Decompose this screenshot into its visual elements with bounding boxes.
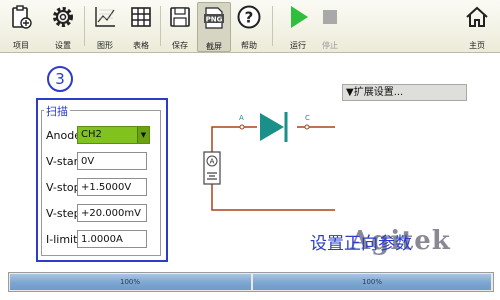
help-label: 帮助	[241, 41, 257, 50]
gear-icon	[53, 7, 73, 27]
line-chart-icon	[95, 7, 115, 27]
graph-button[interactable]: 图形	[88, 2, 122, 50]
vstart-field[interactable]: 0V	[77, 152, 147, 170]
table-label: 表格	[133, 41, 149, 50]
anode-select[interactable]: CH2 ▼	[77, 126, 150, 144]
vstop-label: V-stop	[46, 181, 81, 194]
png-icon-text: PNG	[206, 16, 223, 24]
help-icon: ?	[237, 5, 261, 29]
node-a-label: A	[239, 114, 244, 122]
anode-label: Anode	[46, 129, 81, 142]
settings-button[interactable]: 设置	[46, 2, 80, 50]
ilimit-field[interactable]: 1.0000A	[77, 230, 147, 248]
svg-text:?: ?	[245, 9, 254, 27]
screenshot-button[interactable]: PNG 截屏	[197, 2, 231, 52]
run-label: 运行	[290, 41, 306, 50]
home-label: 主页	[469, 41, 485, 50]
circuit-wire	[211, 126, 335, 211]
node-c-label: C	[305, 114, 310, 122]
anode-value: CH2	[81, 129, 102, 140]
vstop-field[interactable]: +1.5000V	[77, 178, 147, 196]
png-file-icon: PNG	[204, 7, 224, 29]
diode-icon	[260, 113, 284, 141]
project-button[interactable]: 项目	[4, 2, 38, 50]
help-button[interactable]: ? 帮助	[232, 2, 266, 50]
toolbar-divider	[84, 6, 85, 46]
ammeter-label: A	[210, 158, 215, 166]
diode-circuit-diagram: A C A	[203, 112, 335, 211]
toolbar: 项目 设置 图形 表格 保存 PNG 截屏 ? 帮助 运行 停止 主页	[0, 0, 500, 53]
toolbar-divider	[160, 6, 161, 46]
stop-button[interactable]: 停止	[313, 2, 347, 50]
step-marker: 3	[47, 66, 73, 92]
vstep-label: V-step	[46, 207, 81, 220]
floppy-disk-icon	[170, 7, 190, 27]
project-label: 项目	[13, 41, 29, 50]
clipboard-add-icon	[12, 5, 32, 29]
progress-text-1: 100%	[119, 278, 140, 286]
settings-label: 设置	[55, 41, 71, 50]
expand-settings-button[interactable]: ▼扩展设置...	[342, 84, 467, 101]
table-button[interactable]: 表格	[124, 2, 158, 50]
progress-container: 100% 100%	[8, 272, 494, 292]
ilimit-label: I-limit	[46, 233, 78, 246]
screenshot-label: 截屏	[206, 42, 222, 51]
node-a-terminal	[239, 124, 245, 130]
play-icon	[291, 6, 308, 28]
progress-text-2: 100%	[361, 278, 382, 286]
node-c-terminal	[304, 124, 310, 130]
chevron-down-icon[interactable]: ▼	[137, 127, 149, 143]
save-label: 保存	[172, 41, 188, 50]
save-button[interactable]: 保存	[163, 2, 197, 50]
stop-label: 停止	[322, 41, 338, 50]
home-icon	[466, 6, 488, 27]
home-button[interactable]: 主页	[460, 2, 494, 50]
table-grid-icon	[131, 7, 151, 27]
graph-label: 图形	[97, 41, 113, 50]
annotation-text: 设置正向参数	[310, 234, 412, 254]
vstep-field[interactable]: +20.000mV	[77, 204, 147, 222]
toolbar-divider	[272, 6, 273, 46]
scan-group-title: 扫描	[44, 103, 70, 119]
stop-icon	[323, 10, 337, 24]
run-button[interactable]: 运行	[281, 2, 315, 50]
